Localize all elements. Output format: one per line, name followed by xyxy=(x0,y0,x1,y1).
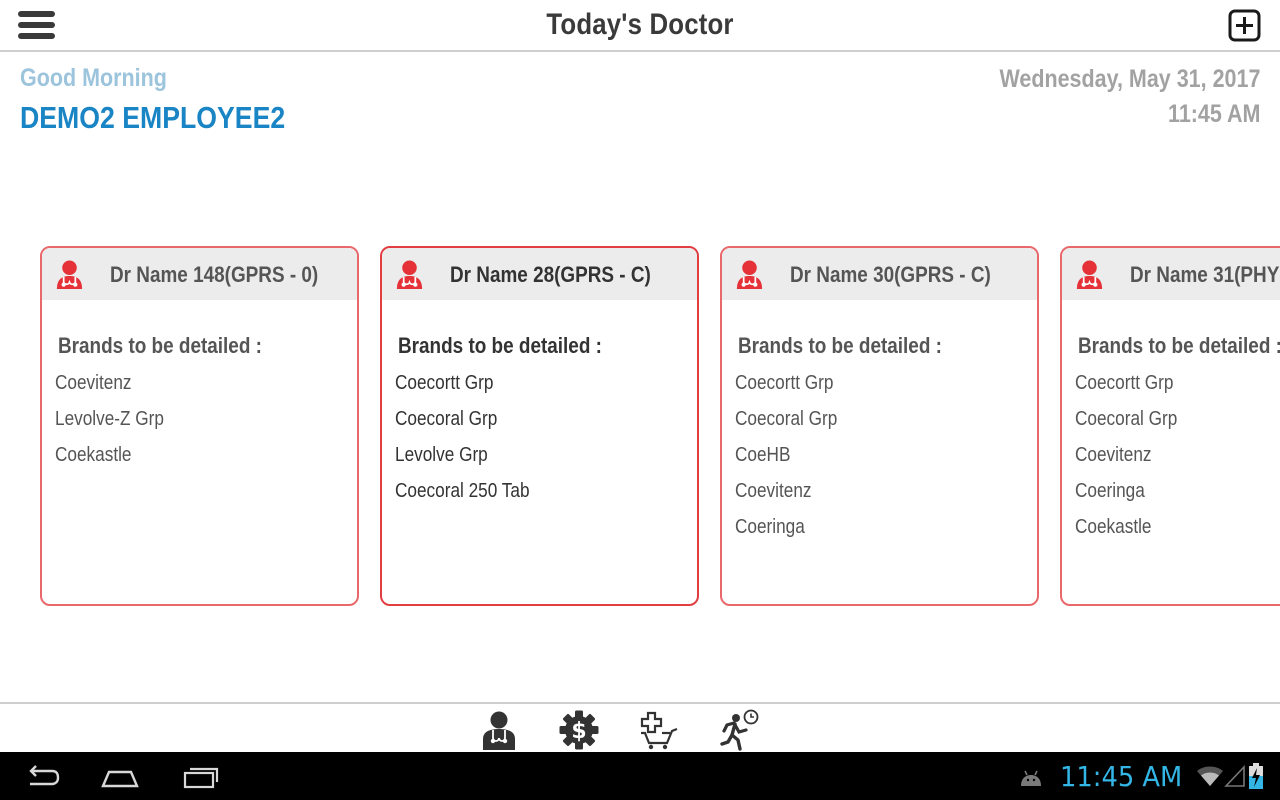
expense-icon[interactable]: $ xyxy=(558,709,600,751)
doctor-card[interactable]: Dr Name 148(GPRS - 0) Brands to be detai… xyxy=(40,246,359,606)
doctor-name: Dr Name 30(GPRS - C) xyxy=(790,262,991,287)
doctor-name: Dr Name 28(GPRS - C) xyxy=(450,262,651,287)
brand-item: Coecortt Grp xyxy=(395,372,494,394)
bottom-navigation: $ xyxy=(0,702,1280,752)
brand-item: Coevitenz xyxy=(55,372,132,394)
brands-label: Brands to be detailed : xyxy=(58,333,262,358)
brand-item: Coecortt Grp xyxy=(1075,372,1174,394)
current-date: Wednesday, May 31, 2017 xyxy=(999,65,1260,93)
doctor-card-header: Dr Name 30(GPRS - C) xyxy=(722,248,1037,300)
top-app-bar: Today's Doctor xyxy=(0,0,1280,52)
brand-item: Coecoral Grp xyxy=(1075,408,1178,430)
doctor-card-header: Dr Name 31(PHYS xyxy=(1062,248,1280,300)
doctor-card-header: Dr Name 28(GPRS - C) xyxy=(382,248,697,300)
brands-label: Brands to be detailed : xyxy=(738,333,942,358)
doctor-icon xyxy=(396,260,423,290)
battery-charging-icon xyxy=(1249,763,1263,789)
svg-text:$: $ xyxy=(571,719,586,744)
doctor-name: Dr Name 148(GPRS - 0) xyxy=(110,262,319,287)
leave-running-icon[interactable] xyxy=(718,709,760,751)
system-clock: 11:45 AM xyxy=(1060,760,1183,793)
brand-item: Coevitenz xyxy=(1075,444,1152,466)
brand-item: Levolve Grp xyxy=(395,444,488,466)
greeting-text: Good Morning xyxy=(20,64,167,92)
brand-item: Coeringa xyxy=(1075,480,1145,502)
brand-list: Coecortt Grp Coecoral Grp Levolve Grp Co… xyxy=(395,372,551,516)
user-name: DEMO2 EMPLOYEE2 xyxy=(20,100,286,135)
android-debug-icon xyxy=(1021,770,1041,786)
brand-item: Coeringa xyxy=(735,516,805,538)
brand-list: Coecortt Grp Coecoral Grp CoeHB Coeviten… xyxy=(735,372,854,552)
home-icon[interactable] xyxy=(100,762,140,792)
page-title: Today's Doctor xyxy=(546,8,734,41)
doctor-icon xyxy=(1076,260,1103,290)
brand-item: Coekastle xyxy=(55,444,132,466)
brand-item: Coecoral Grp xyxy=(735,408,838,430)
chemist-cart-icon[interactable] xyxy=(638,709,680,751)
android-system-bar: 11:45 AM xyxy=(0,752,1280,800)
back-icon[interactable] xyxy=(22,762,60,792)
doctor-icon xyxy=(736,260,763,290)
brand-item: Coecoral 250 Tab xyxy=(395,480,530,502)
doctor-card[interactable]: Dr Name 28(GPRS - C) Brands to be detail… xyxy=(380,246,699,606)
brands-label: Brands to be detailed : xyxy=(1078,333,1280,358)
signal-icon xyxy=(1224,764,1245,787)
brand-item: Levolve-Z Grp xyxy=(55,408,164,430)
doctor-card[interactable]: Dr Name 31(PHYS Brands to be detailed : … xyxy=(1060,246,1280,606)
current-time: 11:45 AM xyxy=(1167,100,1260,128)
doctor-icon[interactable] xyxy=(478,709,520,751)
brand-list: Coevitenz Levolve-Z Grp Coekastle xyxy=(55,372,182,480)
doctor-name: Dr Name 31(PHYS xyxy=(1130,262,1280,287)
brand-item: Coecoral Grp xyxy=(395,408,498,430)
hamburger-menu-icon[interactable] xyxy=(18,10,56,42)
brand-item: Coecortt Grp xyxy=(735,372,834,394)
brand-item: Coekastle xyxy=(1075,516,1152,538)
plus-square-icon[interactable] xyxy=(1228,9,1261,42)
wifi-icon xyxy=(1197,766,1223,786)
recent-apps-icon[interactable] xyxy=(182,762,220,792)
brands-label: Brands to be detailed : xyxy=(398,333,602,358)
doctor-card-carousel[interactable]: Dr Name 148(GPRS - 0) Brands to be detai… xyxy=(0,246,1280,606)
doctor-icon xyxy=(56,260,83,290)
brand-list: Coecortt Grp Coecoral Grp Coevitenz Coer… xyxy=(1075,372,1194,552)
brand-item: Coevitenz xyxy=(735,480,812,502)
doctor-card-header: Dr Name 148(GPRS - 0) xyxy=(42,248,357,300)
doctor-card[interactable]: Dr Name 30(GPRS - C) Brands to be detail… xyxy=(720,246,1039,606)
brand-item: CoeHB xyxy=(735,444,791,466)
